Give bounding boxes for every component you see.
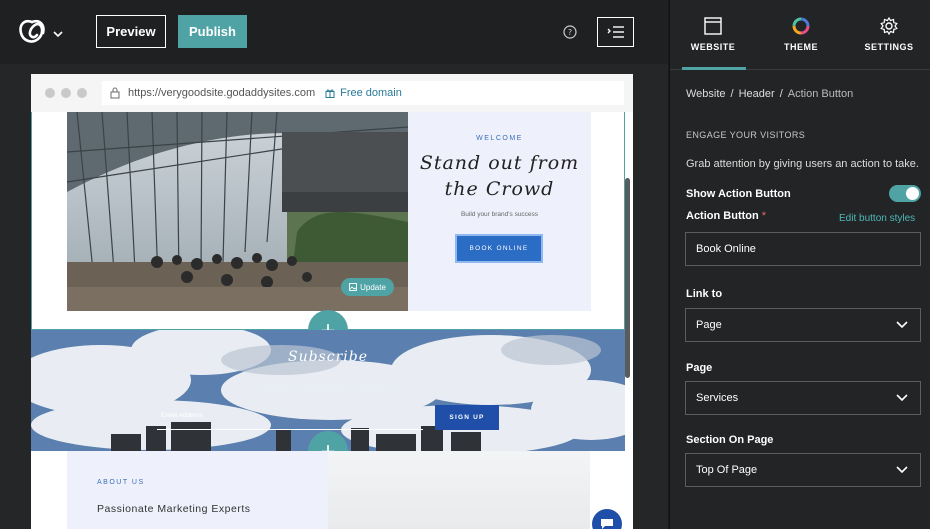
- browser-bar: https://verygoodsite.godaddysites.com Fr…: [31, 74, 633, 112]
- theme-icon: [792, 17, 810, 35]
- email-underline: [157, 429, 423, 430]
- chevron-down-icon: [896, 321, 908, 329]
- link-to-label: Link to: [686, 288, 723, 300]
- hero-section[interactable]: WELCOME Stand out from the Crowd Build y…: [31, 112, 625, 330]
- tab-label: THEME: [784, 42, 818, 52]
- lock-icon: [110, 87, 120, 99]
- subscribe-text: Stay up to date on the latest marketing …: [262, 384, 394, 391]
- required-mark: *: [761, 210, 766, 222]
- hero-title: Stand out from the Crowd: [408, 150, 591, 202]
- free-domain-link[interactable]: Free domain: [340, 87, 402, 99]
- window-dot: [45, 88, 55, 98]
- url-bar: https://verygoodsite.godaddysites.com Fr…: [102, 81, 624, 105]
- tab-label: SETTINGS: [864, 42, 914, 52]
- breadcrumb: Website / Header / Action Button: [686, 88, 853, 100]
- active-tab-indicator: [682, 67, 746, 70]
- breadcrumb-header[interactable]: Header: [739, 88, 775, 100]
- editor-toolbar: Preview Publish ?: [0, 0, 668, 64]
- edit-button-styles-link[interactable]: Edit button styles: [839, 213, 915, 224]
- window-dot: [61, 88, 71, 98]
- hero-title-line: the Crowd: [444, 178, 555, 200]
- hero-subtitle: Build your brand's success: [460, 211, 539, 218]
- hero-title-line: Stand out from: [419, 152, 580, 174]
- tab-website[interactable]: WEBSITE: [670, 0, 756, 70]
- section-description: Grab attention by giving users an action…: [686, 158, 919, 170]
- action-button-label: Action Button *: [686, 210, 766, 222]
- about-title: Passionate Marketing Experts: [97, 503, 251, 515]
- about-label: ABOUT US: [97, 479, 145, 486]
- action-button-value: Book Online: [696, 243, 756, 255]
- window-dot: [77, 88, 87, 98]
- chevron-down-icon: [896, 394, 908, 402]
- tab-label: WEBSITE: [690, 42, 736, 52]
- email-field[interactable]: Email Address: [161, 412, 203, 419]
- page-label: Page: [686, 362, 713, 374]
- breadcrumb-separator: /: [730, 88, 734, 100]
- link-to-value: Page: [696, 319, 722, 331]
- hero-text-card: WELCOME Stand out from the Crowd Build y…: [408, 112, 591, 311]
- list-icon: [607, 26, 624, 38]
- about-card: ABOUT US Passionate Marketing Experts: [67, 451, 328, 529]
- book-online-button[interactable]: BOOK ONLINE: [455, 234, 543, 263]
- settings-panel: WEBSITE THEME SETTINGS Website / Header / Ac…: [669, 0, 930, 529]
- section-on-page-label: Section On Page: [686, 434, 774, 446]
- website-icon: [704, 17, 722, 35]
- gift-icon: [325, 89, 335, 98]
- show-action-toggle[interactable]: [889, 185, 921, 202]
- welcome-label: WELCOME: [476, 135, 523, 142]
- breadcrumb-current: Action Button: [787, 88, 854, 100]
- panel-tabs: WEBSITE THEME SETTINGS: [670, 0, 930, 70]
- gear-icon: [880, 17, 898, 35]
- update-image-button[interactable]: Update: [341, 278, 394, 296]
- publish-button[interactable]: Publish: [178, 15, 247, 48]
- chevron-down-icon: [896, 466, 908, 474]
- action-button-label-text: Action Button: [686, 210, 759, 222]
- sign-up-button[interactable]: SIGN UP: [435, 405, 499, 430]
- update-label: Update: [360, 282, 386, 292]
- chevron-down-icon[interactable]: [52, 26, 64, 38]
- about-section[interactable]: ABOUT US Passionate Marketing Experts: [31, 451, 625, 529]
- section-list-button[interactable]: [597, 17, 634, 47]
- chat-icon: [601, 519, 613, 529]
- tab-theme[interactable]: THEME: [758, 0, 844, 70]
- preview-button[interactable]: Preview: [96, 15, 166, 48]
- show-action-label: Show Action Button: [686, 188, 791, 200]
- canvas-scrollbar[interactable]: [625, 178, 630, 378]
- site-url: https://verygoodsite.godaddysites.com: [128, 87, 316, 99]
- tab-settings[interactable]: SETTINGS: [846, 0, 930, 70]
- page-value: Services: [696, 392, 739, 404]
- godaddy-logo-icon[interactable]: [18, 19, 46, 45]
- section-on-page-value: Top Of Page: [696, 464, 758, 476]
- breadcrumb-separator: /: [779, 88, 783, 100]
- subscribe-title: Subscribe: [287, 349, 368, 365]
- section-on-page-select[interactable]: Top Of Page: [685, 453, 921, 487]
- page-select[interactable]: Services: [685, 381, 921, 415]
- image-icon: [349, 283, 358, 291]
- about-image: [328, 451, 590, 529]
- link-to-select[interactable]: Page: [685, 308, 921, 342]
- svg-text:?: ?: [568, 28, 572, 37]
- breadcrumb-website[interactable]: Website: [686, 88, 726, 100]
- action-button-input[interactable]: Book Online: [685, 232, 921, 266]
- section-heading: ENGAGE YOUR VISITORS: [686, 130, 806, 140]
- help-icon[interactable]: ?: [563, 25, 577, 39]
